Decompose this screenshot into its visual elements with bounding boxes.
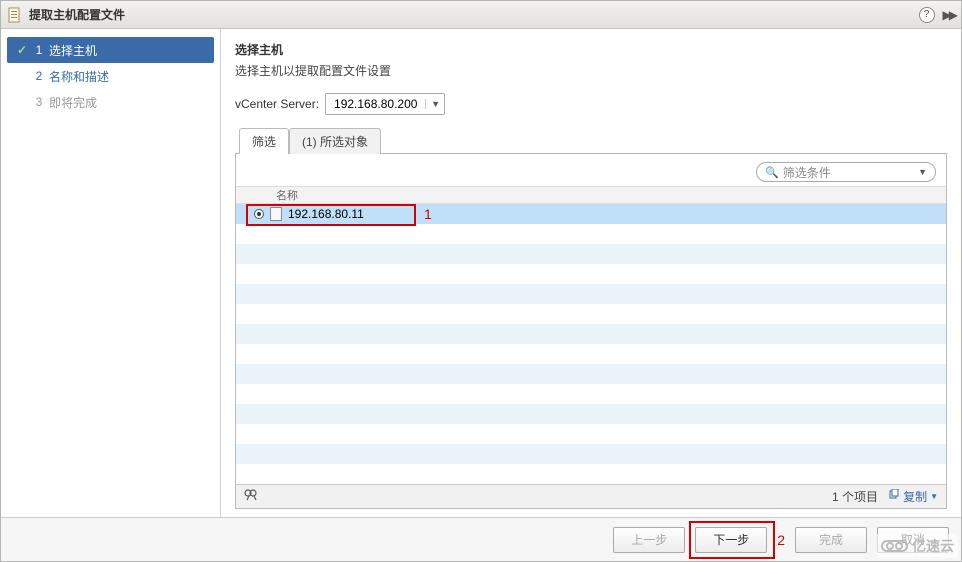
table-row: [236, 284, 946, 304]
annotation-label-1: 1: [424, 206, 432, 222]
step-number: 1: [33, 43, 45, 57]
filter-row: 🔍 筛选条件 ▼: [236, 154, 946, 186]
table-row: [236, 364, 946, 384]
table-row: [236, 384, 946, 404]
tab-selected-objects[interactable]: (1) 所选对象: [289, 128, 381, 154]
wizard-sidebar: ✓ 1 选择主机 2 名称和描述 3 即将完成: [1, 29, 221, 517]
filter-placeholder: 筛选条件: [783, 164, 831, 181]
table-row: [236, 424, 946, 444]
radio-selected-icon[interactable]: [254, 209, 264, 219]
dialog-title: 提取主机配置文件: [29, 6, 919, 23]
chevron-down-icon: ▼: [930, 492, 938, 501]
main-panel: 选择主机 选择主机以提取配置文件设置 vCenter Server: 192.1…: [221, 29, 961, 517]
item-count: 1 个项目: [832, 488, 878, 505]
dialog: 提取主机配置文件 ? ▶▶ ✓ 1 选择主机 2 名称和描述 3 即将完成: [0, 0, 962, 562]
titlebar: 提取主机配置文件 ? ▶▶: [1, 1, 961, 29]
tab-panel: 🔍 筛选条件 ▼ 名称 192.168.80.11 1: [235, 153, 947, 509]
annotation-label-2: 2: [777, 532, 785, 548]
page-title: 选择主机: [235, 41, 947, 58]
step-label: 选择主机: [49, 42, 97, 59]
step-number: 3: [33, 95, 45, 109]
wizard-step-select-host[interactable]: ✓ 1 选择主机: [7, 37, 214, 63]
tab-filter[interactable]: 筛选: [239, 128, 289, 154]
table-row: [236, 244, 946, 264]
chevron-down-icon: ▼: [918, 167, 927, 177]
copy-icon: [888, 489, 900, 504]
host-table: 192.168.80.11 1: [236, 204, 946, 484]
vcenter-server-row: vCenter Server: 192.168.80.200 ▼: [235, 93, 947, 115]
host-icon: [270, 207, 282, 221]
table-footer: 1 个项目 复制 ▼: [236, 484, 946, 508]
table-row: [236, 264, 946, 284]
table-row: [236, 404, 946, 424]
copy-label: 复制: [903, 488, 927, 505]
table-row: [236, 324, 946, 344]
table-row: [236, 344, 946, 364]
help-icon[interactable]: ?: [919, 7, 935, 23]
host-name: 192.168.80.11: [288, 207, 364, 221]
watermark-text: 亿速云: [912, 536, 954, 556]
check-icon: ✓: [15, 43, 29, 57]
step-number: 2: [33, 69, 45, 83]
table-row: [236, 224, 946, 244]
table-row[interactable]: 192.168.80.11: [236, 204, 946, 224]
column-header-name[interactable]: 名称: [236, 186, 946, 204]
step-label: 名称和描述: [49, 68, 109, 85]
chevron-down-icon: ▼: [425, 99, 440, 109]
dialog-body: ✓ 1 选择主机 2 名称和描述 3 即将完成 选择主机 选择主机以提取配置文件…: [1, 29, 961, 517]
table-row: [236, 304, 946, 324]
page-description: 选择主机以提取配置文件设置: [235, 62, 947, 79]
dialog-footer: 上一步 下一步 2 完成 取消: [1, 517, 961, 561]
wizard-step-ready[interactable]: 3 即将完成: [1, 89, 220, 115]
tab-bar: 筛选 (1) 所选对象: [239, 127, 947, 153]
filter-input[interactable]: 🔍 筛选条件 ▼: [756, 162, 936, 182]
next-button[interactable]: 下一步: [695, 527, 767, 553]
expand-icon[interactable]: ▶▶: [943, 8, 955, 22]
find-icon[interactable]: [244, 488, 258, 505]
profile-doc-icon: [7, 7, 23, 23]
dropdown-value: 192.168.80.200: [334, 97, 425, 111]
step-label: 即将完成: [49, 94, 97, 111]
search-icon: 🔍: [765, 166, 779, 179]
watermark: 亿速云: [877, 534, 958, 558]
vcenter-server-dropdown[interactable]: 192.168.80.200 ▼: [325, 93, 445, 115]
vcenter-server-label: vCenter Server:: [235, 97, 319, 111]
copy-button[interactable]: 复制 ▼: [888, 488, 938, 505]
wizard-step-name-desc[interactable]: 2 名称和描述: [1, 63, 220, 89]
finish-button[interactable]: 完成: [795, 527, 867, 553]
back-button[interactable]: 上一步: [613, 527, 685, 553]
table-row: [236, 444, 946, 464]
